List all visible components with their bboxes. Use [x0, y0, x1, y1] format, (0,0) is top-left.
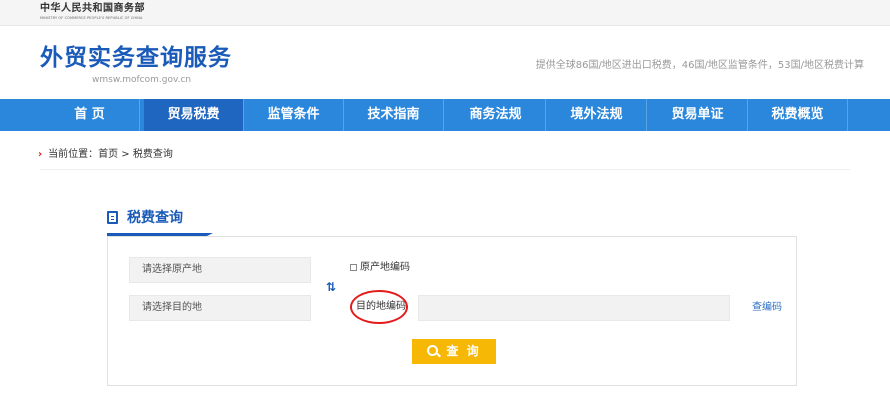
breadcrumb: › 当前位置：首页 > 税费查询 [38, 148, 173, 162]
chevron-right-icon: › [38, 149, 43, 160]
destination-select[interactable]: 请选择目的地 [129, 295, 311, 321]
nav-tax-overview[interactable]: 税费概览 [748, 99, 848, 131]
highlight-circle [350, 290, 408, 324]
breadcrumb-text[interactable]: 当前位置：首页 > 税费查询 [48, 149, 173, 160]
nav-home[interactable]: 首 页 [40, 99, 140, 131]
swap-icon[interactable]: ⇅ [326, 280, 336, 294]
query-button[interactable]: 查 询 [412, 339, 496, 364]
nav-trade-documents[interactable]: 贸易单证 [648, 99, 748, 131]
nav-technical-guide[interactable]: 技术指南 [344, 99, 444, 131]
ministry-name-en: MINISTRY OF COMMERCE PEOPLE'S REPUBLIC O… [40, 16, 143, 20]
panel-heading: 税费查询 [107, 207, 183, 229]
origin-code-checkbox[interactable] [350, 263, 357, 271]
breadcrumb-divider [40, 169, 850, 170]
document-icon [107, 211, 118, 224]
ministry-logo[interactable]: 中华人民共和国商务部 MINISTRY OF COMMERCE PEOPLE'S… [40, 3, 145, 21]
main-nav: 首 页 贸易税费 监管条件 技术指南 商务法规 境外法规 贸易单证 税费概览 [0, 99, 890, 131]
origin-code-toggle[interactable]: 原产地编码 [350, 262, 410, 274]
top-bar: 中华人民共和国商务部 MINISTRY OF COMMERCE PEOPLE'S… [0, 0, 890, 26]
site-url: wmsw.mofcom.gov.cn [92, 75, 192, 85]
ministry-name-cn: 中华人民共和国商务部 [40, 3, 145, 14]
lookup-code-link[interactable]: 查编码 [752, 301, 782, 315]
nav-foreign-laws[interactable]: 境外法规 [547, 99, 647, 131]
destination-code-input[interactable] [418, 295, 730, 321]
panel-title: 税费查询 [127, 210, 183, 226]
nav-regulatory-conditions[interactable]: 监管条件 [244, 99, 344, 131]
site-title[interactable]: 外贸实务查询服务 [40, 44, 232, 72]
nav-commerce-laws[interactable]: 商务法规 [446, 99, 546, 131]
nav-trade-taxes[interactable]: 贸易税费 [144, 99, 244, 131]
search-icon [427, 345, 439, 356]
origin-code-label: 原产地编码 [360, 262, 410, 273]
site-tagline: 提供全球86国/地区进出口税费，46国/地区监管条件，53国/地区税费计算 [535, 60, 864, 71]
origin-select[interactable]: 请选择原产地 [129, 257, 311, 283]
query-button-label: 查 询 [446, 344, 481, 358]
